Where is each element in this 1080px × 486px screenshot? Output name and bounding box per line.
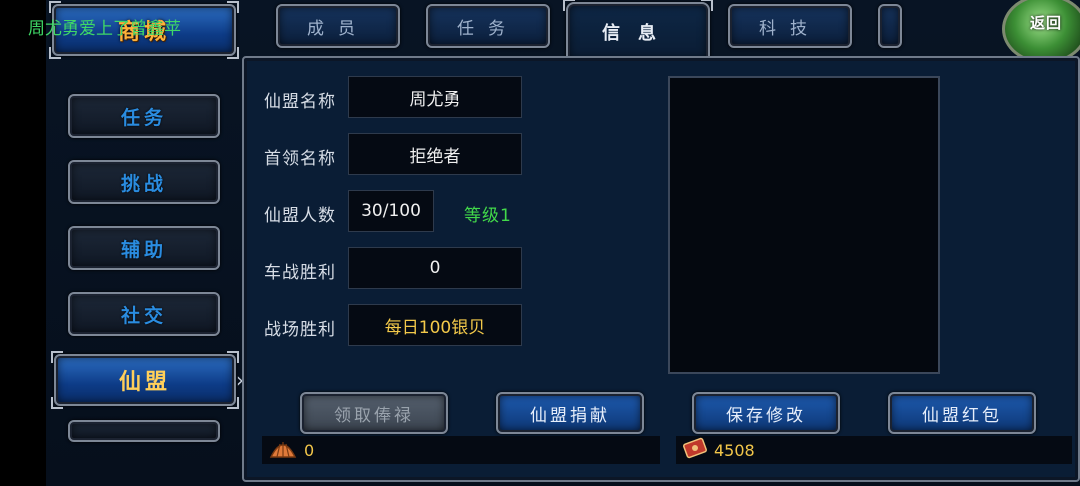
sidebar-item-alliance[interactable]: 仙盟 — [51, 351, 239, 409]
tab-tasks-label: 任务 — [457, 18, 519, 39]
sidebar-item-tasks[interactable]: 任务 — [68, 94, 220, 138]
save-changes-label: 保存修改 — [726, 405, 806, 426]
tab-members[interactable]: 成员 — [276, 4, 400, 48]
donate-label: 仙盟捐献 — [530, 405, 610, 426]
battlefield-wins-value: 每日100银贝 — [348, 304, 522, 346]
leader-name-label: 首领名称 — [264, 149, 336, 169]
sidebar-item-assist[interactable]: 辅助 — [68, 226, 220, 270]
save-changes-button[interactable]: 保存修改 — [692, 392, 840, 434]
shell-icon — [268, 437, 298, 463]
tab-tech[interactable]: 科技 — [728, 4, 852, 48]
member-count-value: 30/100 — [348, 190, 434, 232]
tab-partial[interactable] — [878, 4, 902, 48]
donate-button[interactable]: 仙盟捐献 — [496, 392, 644, 434]
shell-amount: 0 — [304, 440, 315, 460]
battlefield-wins-label: 战场胜利 — [264, 320, 336, 340]
leader-name-value: 拒绝者 — [348, 133, 522, 175]
chariot-wins-label: 车战胜利 — [264, 263, 336, 283]
tab-members-label: 成员 — [307, 18, 369, 39]
tab-info[interactable]: 信息 — [563, 0, 713, 60]
chariot-wins-value: 0 — [348, 247, 522, 289]
notice-box[interactable] — [668, 76, 940, 374]
red-packet-button[interactable]: 仙盟红包 — [888, 392, 1036, 434]
notice-text: 周尤勇爱上了曾鑫苹 — [28, 19, 181, 39]
sidebar-item-label: 仙盟 — [118, 370, 171, 395]
member-count-label: 仙盟人数 — [264, 206, 336, 226]
claim-salary-label: 领取俸禄 — [334, 405, 414, 426]
shell-resource: 0 — [262, 436, 660, 464]
level-text: 等级1 — [464, 206, 512, 226]
sidebar-item-partial[interactable] — [68, 420, 220, 442]
sidebar-item-label: 社交 — [120, 304, 167, 327]
alliance-name-label: 仙盟名称 — [264, 92, 336, 112]
tab-info-label: 信息 — [602, 23, 674, 44]
claim-salary-button[interactable]: 领取俸禄 — [300, 392, 448, 434]
tab-tasks[interactable]: 任务 — [426, 4, 550, 48]
tab-tech-label: 科技 — [759, 18, 821, 39]
sidebar-item-social[interactable]: 社交 — [68, 292, 220, 336]
ticket-amount: 4508 — [714, 440, 755, 460]
ticket-icon — [682, 437, 708, 463]
left-black-strip — [0, 0, 46, 486]
sidebar-item-label: 任务 — [120, 106, 167, 129]
sidebar-item-label: 辅助 — [120, 238, 167, 261]
red-packet-label: 仙盟红包 — [922, 405, 1002, 426]
alliance-name-value: 周尤勇 — [348, 76, 522, 118]
back-label: 返回 — [1030, 14, 1063, 32]
sidebar-item-label: 挑战 — [120, 172, 167, 195]
sidebar-item-challenge[interactable]: 挑战 — [68, 160, 220, 204]
ticket-resource: 4508 — [676, 436, 1072, 464]
